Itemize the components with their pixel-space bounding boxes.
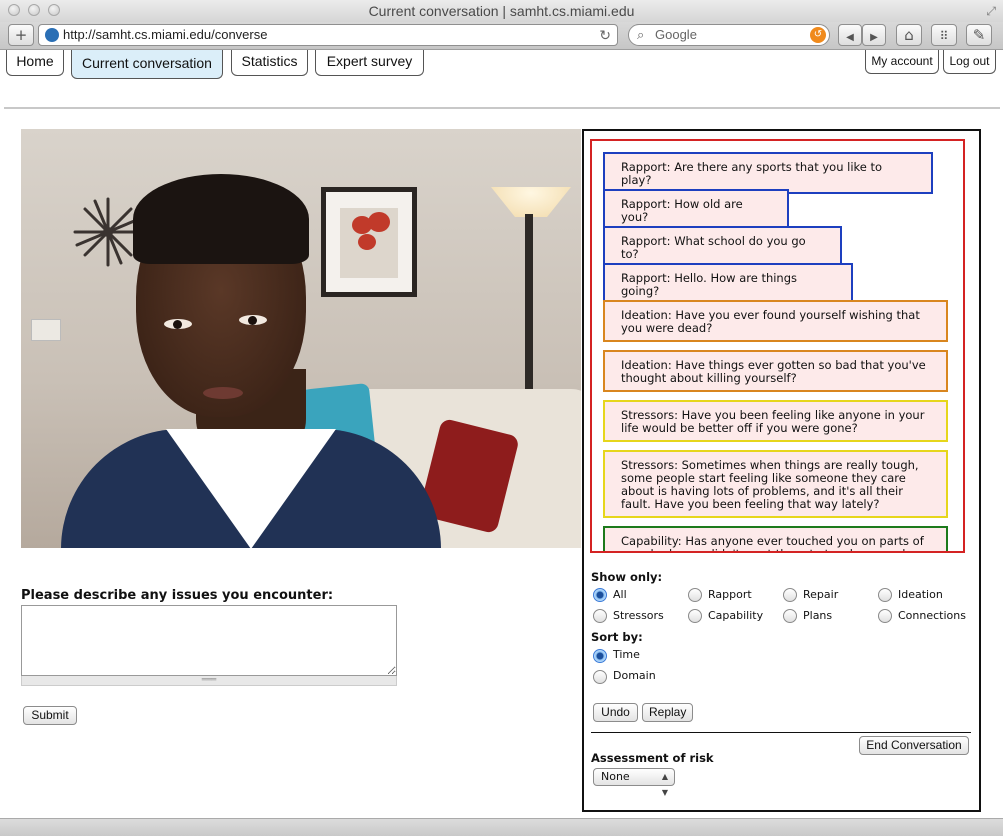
back-button[interactable]: ◀ xyxy=(838,24,862,46)
sort-domain-radio[interactable] xyxy=(593,670,607,684)
grid-icon: ⠿ xyxy=(939,29,949,43)
search-engine-icon[interactable]: ↺ xyxy=(810,27,826,43)
forward-arrow-icon: ▶ xyxy=(870,32,878,43)
plus-icon: + xyxy=(14,26,28,44)
patient-mouth xyxy=(203,387,243,399)
patient-hair xyxy=(133,174,309,264)
log-out-button[interactable]: Log out xyxy=(943,50,996,74)
question-item[interactable]: Stressors: Sometimes when things are rea… xyxy=(603,450,948,518)
search-field[interactable]: ⌕ Google ↺ xyxy=(628,24,830,46)
question-item[interactable]: Rapport: Hello. How are things going? xyxy=(603,263,853,305)
top-sites-button[interactable]: ⠿ xyxy=(931,24,957,46)
filter-stressors-label: Stressors xyxy=(613,609,664,622)
question-item[interactable]: Rapport: How old are you? xyxy=(603,189,789,231)
filter-repair-label: Repair xyxy=(803,588,839,601)
filter-rapport-radio[interactable] xyxy=(688,588,702,602)
search-icon: ⌕ xyxy=(637,27,645,42)
my-account-button[interactable]: My account xyxy=(865,50,939,74)
undo-button[interactable]: Undo xyxy=(593,703,638,722)
question-item[interactable]: Stressors: Have you been feeling like an… xyxy=(603,400,948,442)
question-item[interactable]: Rapport: Are there any sports that you l… xyxy=(603,152,933,194)
filter-connections-label: Connections xyxy=(898,609,966,622)
filter-plans-radio[interactable] xyxy=(783,609,797,623)
edit-button[interactable]: ✎ xyxy=(966,24,992,46)
sort-domain-label: Domain xyxy=(613,669,656,682)
patient-right-eye xyxy=(239,315,267,325)
fullscreen-icon[interactable]: ⤢ xyxy=(986,4,996,19)
patient-left-eye xyxy=(164,319,192,329)
show-only-label: Show only: xyxy=(591,570,663,584)
tab-current-conversation[interactable]: Current conversation xyxy=(71,50,223,79)
window-titlebar: Current conversation | samht.cs.miami.ed… xyxy=(0,0,1003,22)
forward-button[interactable]: ▶ xyxy=(862,24,886,46)
filter-ideation-radio[interactable] xyxy=(878,588,892,602)
browser-toolbar: + http://samht.cs.miami.edu/converse ↻ ⌕… xyxy=(0,22,1003,50)
sort-by-label: Sort by: xyxy=(591,630,643,644)
zoom-window-button[interactable] xyxy=(48,4,60,16)
select-arrows-icon: ▲ ▼ xyxy=(661,772,668,797)
new-tab-button[interactable]: + xyxy=(8,24,34,46)
sort-time-label: Time xyxy=(613,648,640,661)
search-placeholder: Google xyxy=(655,27,697,42)
filter-stressors-radio[interactable] xyxy=(593,609,607,623)
home-button[interactable]: ⌂ xyxy=(896,24,922,46)
question-list[interactable]: Rapport: Are there any sports that you l… xyxy=(590,139,965,553)
filter-rapport-label: Rapport xyxy=(708,588,752,601)
light-switch xyxy=(31,319,61,341)
framed-flower-picture xyxy=(321,187,417,297)
filter-capability-radio[interactable] xyxy=(688,609,702,623)
risk-assessment-value: None xyxy=(601,770,630,783)
tab-home[interactable]: Home xyxy=(6,50,64,76)
issues-textarea[interactable] xyxy=(21,605,397,676)
filter-connections-radio[interactable] xyxy=(878,609,892,623)
submit-button[interactable]: Submit xyxy=(23,706,77,725)
minimize-window-button[interactable] xyxy=(28,4,40,16)
filter-all-label: All xyxy=(613,588,627,601)
assessment-label: Assessment of risk xyxy=(591,751,714,765)
window-title: Current conversation | samht.cs.miami.ed… xyxy=(368,3,635,19)
textarea-resize-handle[interactable]: ═══ xyxy=(21,676,397,686)
filter-all-radio[interactable] xyxy=(593,588,607,602)
filter-plans-label: Plans xyxy=(803,609,833,622)
address-bar[interactable]: http://samht.cs.miami.edu/converse ↻ xyxy=(38,24,618,46)
close-window-button[interactable] xyxy=(8,4,20,16)
tab-statistics[interactable]: Statistics xyxy=(231,50,308,76)
filter-capability-label: Capability xyxy=(708,609,764,622)
home-icon: ⌂ xyxy=(904,26,914,44)
end-conversation-button[interactable]: End Conversation xyxy=(859,736,969,755)
browser-statusbar xyxy=(0,818,1003,836)
risk-assessment-select[interactable]: None ▲ ▼ xyxy=(593,768,675,797)
question-item[interactable]: Ideation: Have you ever found yourself w… xyxy=(603,300,948,342)
panel-divider xyxy=(591,732,971,733)
pencil-icon: ✎ xyxy=(972,26,986,44)
header-divider xyxy=(4,107,1000,109)
filter-repair-radio[interactable] xyxy=(783,588,797,602)
floor-lamp xyxy=(491,187,571,217)
question-item[interactable]: Rapport: What school do you go to? xyxy=(603,226,842,268)
address-url: http://samht.cs.miami.edu/converse xyxy=(63,27,268,42)
reload-icon[interactable]: ↻ xyxy=(599,25,611,45)
replay-button[interactable]: Replay xyxy=(642,703,693,722)
site-favicon-icon xyxy=(45,28,59,42)
question-item[interactable]: Ideation: Have things ever gotten so bad… xyxy=(603,350,948,392)
tab-expert-survey[interactable]: Expert survey xyxy=(315,50,424,76)
back-arrow-icon: ◀ xyxy=(846,32,854,43)
question-item[interactable]: Capability: Has anyone ever touched you … xyxy=(603,526,948,551)
filter-ideation-label: Ideation xyxy=(898,588,943,601)
issues-label: Please describe any issues you encounter… xyxy=(21,588,334,603)
virtual-patient-image xyxy=(21,129,581,548)
sort-time-radio[interactable] xyxy=(593,649,607,663)
